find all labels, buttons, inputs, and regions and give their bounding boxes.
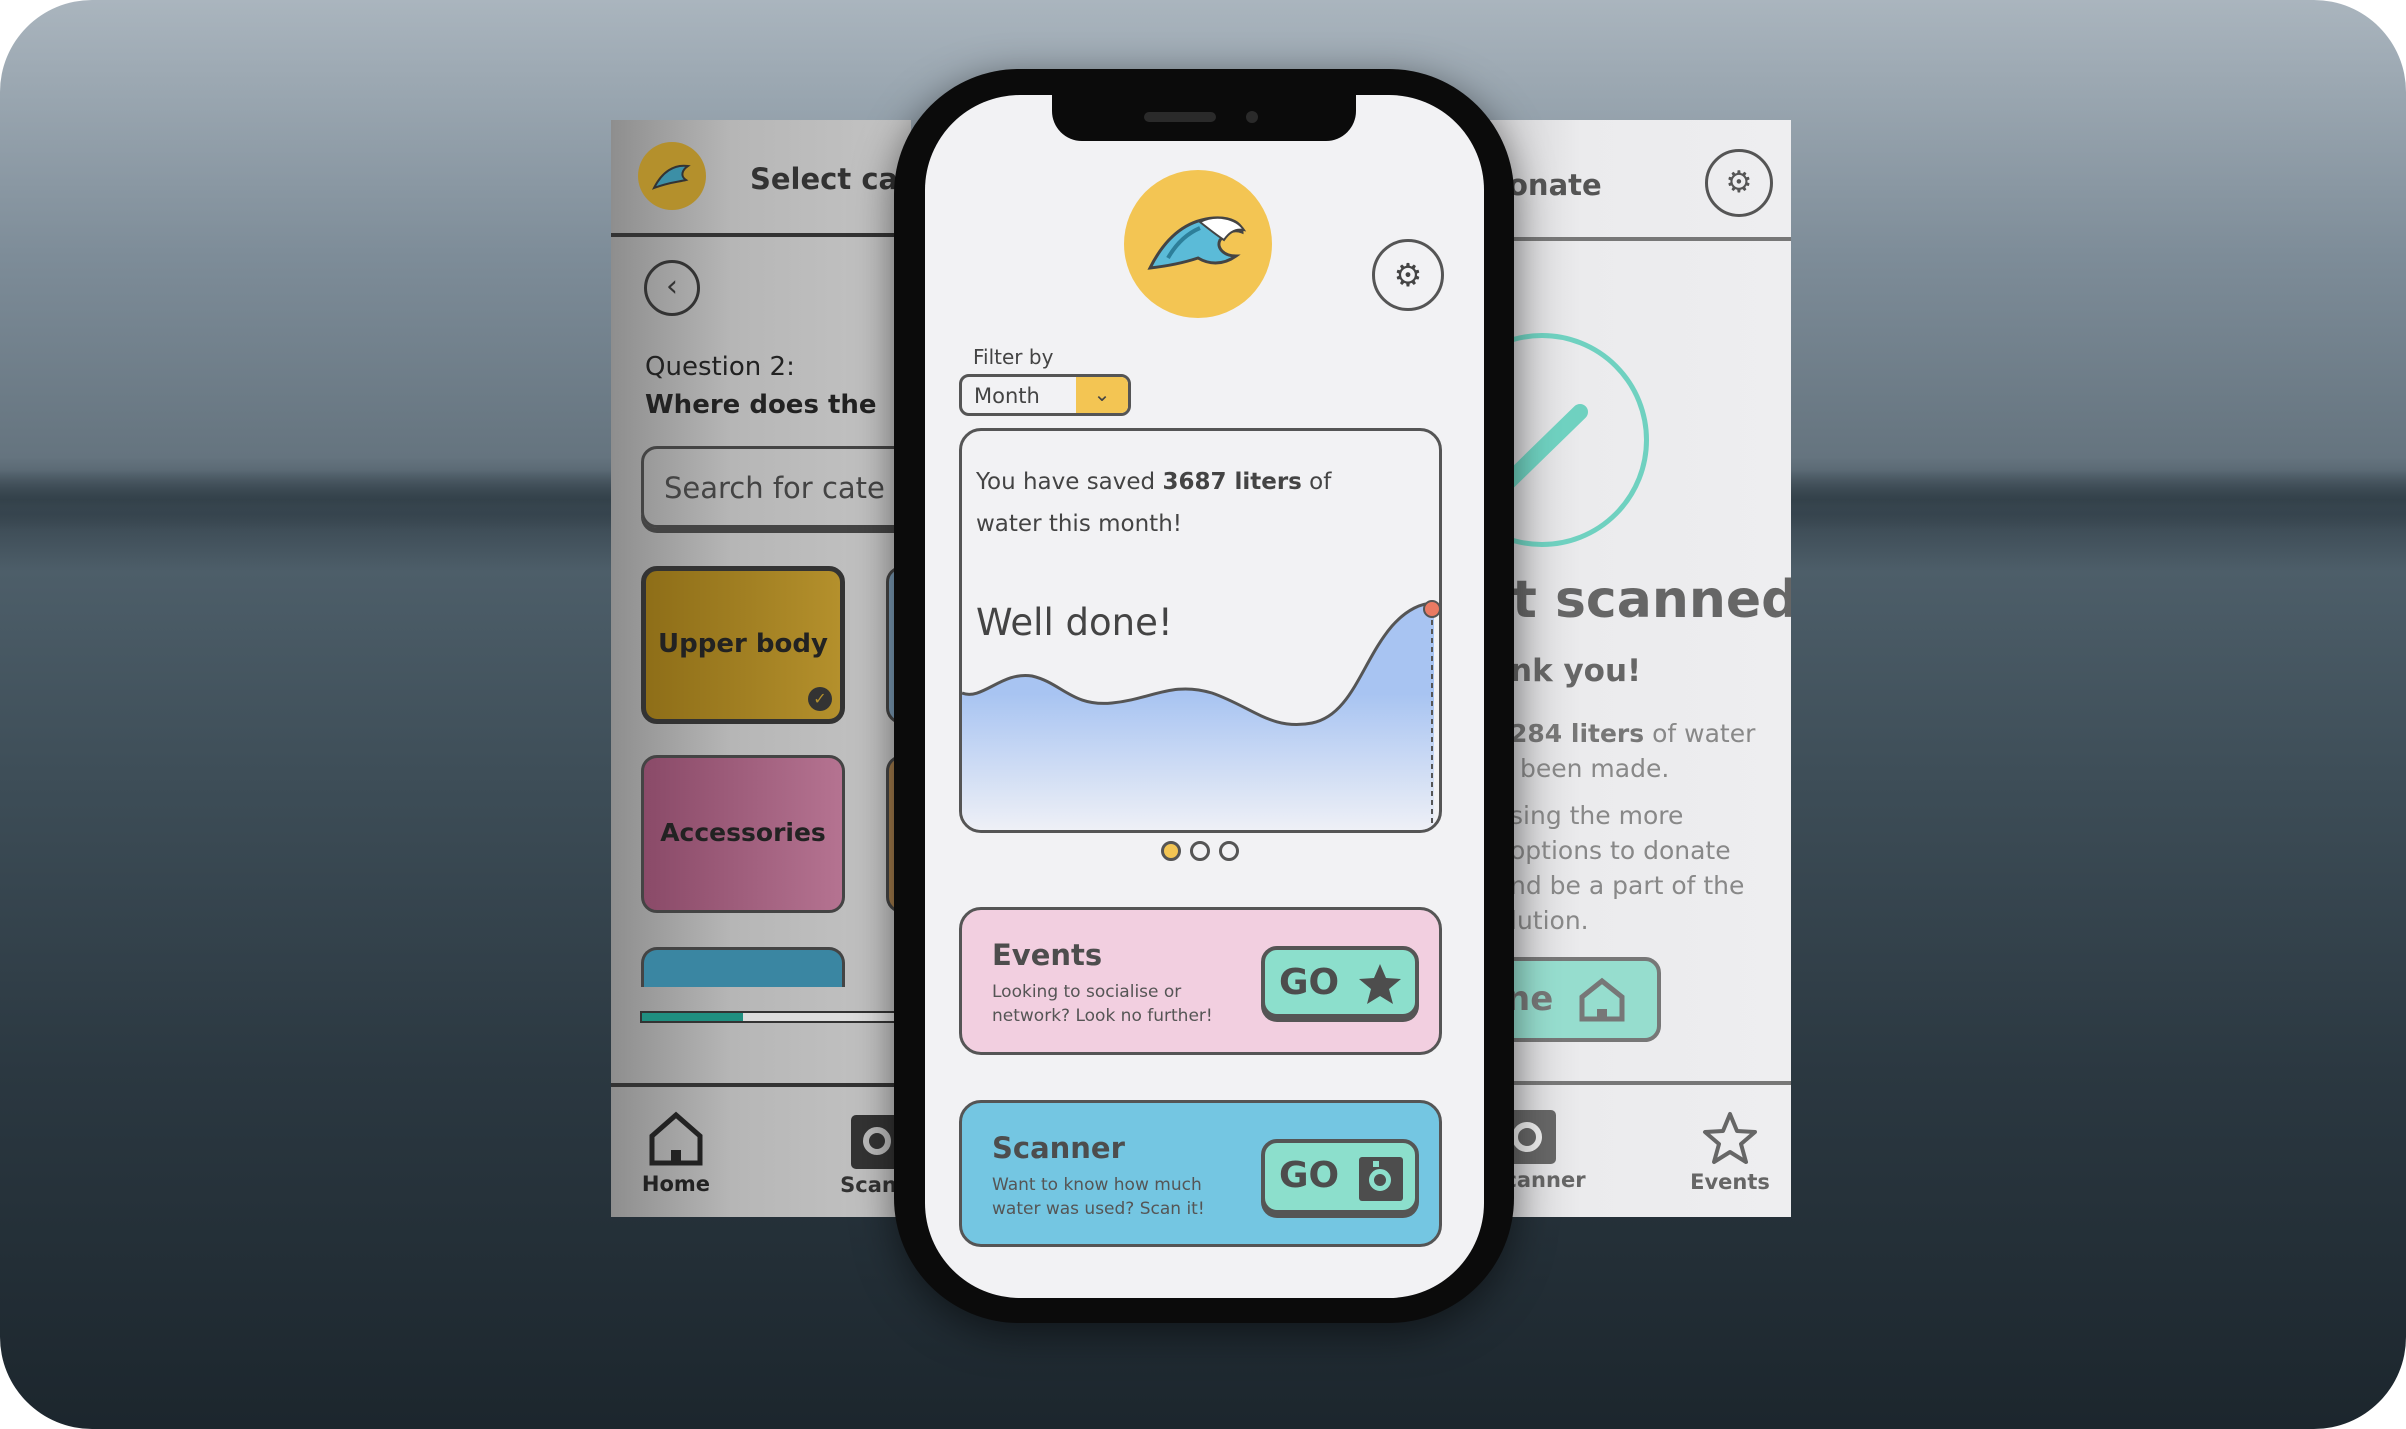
text-line: sing the more xyxy=(1510,801,1684,830)
scanner-card[interactable]: Scanner Want to know how much water was u… xyxy=(959,1100,1442,1247)
page-dot[interactable] xyxy=(1161,841,1181,861)
scanned-heading: t scanned xyxy=(1512,570,1791,630)
nav-home[interactable]: Home xyxy=(631,1110,721,1196)
chevron-left-icon: ‹ xyxy=(666,269,678,304)
category-label: Upper body xyxy=(658,629,828,659)
text: network? Look no further! xyxy=(992,1006,1213,1026)
filter-value: Month xyxy=(974,384,1040,408)
settings-button[interactable]: ⚙ xyxy=(1372,239,1444,311)
progress-fill xyxy=(642,1013,743,1021)
category-tile-accessories[interactable]: Accessories xyxy=(641,755,845,913)
back-button[interactable]: ‹ xyxy=(644,260,700,316)
gear-icon: ⚙ xyxy=(1725,165,1753,200)
go-label: GO xyxy=(1279,962,1340,1003)
text-line: options to donate xyxy=(1510,836,1731,865)
go-label: GO xyxy=(1279,1155,1340,1196)
events-go-button[interactable]: GO xyxy=(1261,946,1419,1018)
events-card[interactable]: Events Looking to socialise or network? L… xyxy=(959,907,1442,1055)
text: Want to know how much xyxy=(992,1175,1202,1195)
savings-wave-chart xyxy=(962,600,1439,830)
screen-title: onate xyxy=(1508,168,1602,202)
app-logo xyxy=(1124,170,1272,318)
notch xyxy=(1052,95,1356,141)
page-dot[interactable] xyxy=(1190,841,1210,861)
phone-frame: ⚙ Filter by Month ⌄ You have saved 3687 … xyxy=(894,69,1514,1323)
star-icon xyxy=(1703,1112,1757,1164)
marker-point xyxy=(1423,600,1439,618)
text-line: lution. xyxy=(1510,906,1589,935)
text: Looking to socialise or xyxy=(992,982,1182,1002)
nav-divider xyxy=(611,1083,911,1087)
text-line: of water xyxy=(1644,719,1756,748)
search-input[interactable]: Search for cate xyxy=(641,446,911,528)
category-tile-partial[interactable] xyxy=(641,947,845,987)
filter-label: Filter by xyxy=(973,345,1054,369)
liters-amount: 284 liters xyxy=(1510,719,1645,748)
nav-events-label: Events xyxy=(1690,1170,1770,1194)
scanner-desc: Want to know how much water was used? Sca… xyxy=(992,1173,1205,1221)
events-title: Events xyxy=(992,938,1103,972)
home-icon xyxy=(1579,977,1625,1022)
header-divider xyxy=(611,233,911,237)
progress-bar xyxy=(640,1011,911,1023)
gear-icon: ⚙ xyxy=(1393,256,1423,294)
home-screen: ⚙ Filter by Month ⌄ You have saved 3687 … xyxy=(925,95,1484,1298)
settings-button[interactable]: ⚙ xyxy=(1705,149,1773,217)
filter-dropdown[interactable]: Month ⌄ xyxy=(959,374,1131,416)
nav-home-label: Home xyxy=(641,1172,711,1196)
category-label: Accessories xyxy=(660,818,826,847)
nav-divider xyxy=(1490,1081,1791,1085)
camera-icon xyxy=(1359,1157,1403,1201)
category-screen: Select cat ‹ Question 2: Where does the … xyxy=(611,120,911,1217)
screen-title: Select cat xyxy=(750,162,911,196)
thanks-text: nk you! xyxy=(1510,653,1642,689)
header-divider xyxy=(1490,237,1791,241)
page-dot[interactable] xyxy=(1219,841,1239,861)
star-icon xyxy=(1359,964,1401,1004)
search-placeholder: Search for cate xyxy=(664,471,885,505)
logo xyxy=(638,142,706,210)
home-button[interactable]: ne xyxy=(1490,957,1661,1042)
nav-events[interactable]: Events xyxy=(1680,1110,1780,1194)
question-text: Where does the xyxy=(645,390,877,420)
category-tile-upper-body[interactable]: Upper body ✓ xyxy=(641,566,845,724)
ocean-background: Select cat ‹ Question 2: Where does the … xyxy=(0,0,2406,1429)
wave-icon xyxy=(1147,216,1247,270)
chevron-down-icon: ⌄ xyxy=(1076,377,1128,413)
question-label: Question 2: xyxy=(645,352,795,382)
check-circle-icon: ✓ xyxy=(808,687,832,711)
page-indicator[interactable] xyxy=(1161,841,1239,861)
donation-text: 284 liters of water been made. sing the … xyxy=(1510,716,1755,938)
savings-chart-card[interactable]: You have saved 3687 liters of water this … xyxy=(959,428,1442,833)
text-line: nd be a part of the xyxy=(1510,871,1745,900)
scanner-title: Scanner xyxy=(992,1131,1125,1165)
home-icon xyxy=(649,1111,703,1166)
events-desc: Looking to socialise or network? Look no … xyxy=(992,980,1213,1028)
scanner-go-button[interactable]: GO xyxy=(1261,1139,1419,1214)
text: water was used? Scan it! xyxy=(992,1199,1205,1219)
text-line: been made. xyxy=(1520,754,1670,783)
chart-area xyxy=(962,603,1434,830)
donate-screen: onate ⚙ t scanned nk you! 284 liters of … xyxy=(1490,120,1791,1217)
